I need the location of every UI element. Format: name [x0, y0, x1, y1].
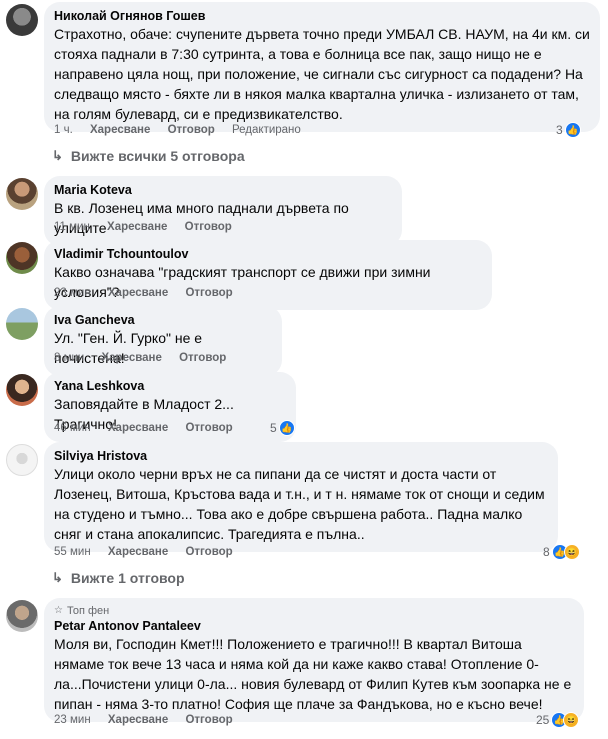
- comment-author[interactable]: Silviya Hristova: [54, 448, 548, 464]
- comment-meta: 23 мин Харесване Отговор: [54, 714, 247, 726]
- comment-meta: 55 мин Харесване Отговор: [54, 546, 247, 558]
- reaction-count: 25: [536, 713, 550, 727]
- comment-bubble: Silviya Hristova Улици около черни връх …: [44, 442, 558, 552]
- like-button[interactable]: Харесване: [90, 124, 150, 136]
- comment-meta: 11 мин Харесване Отговор: [54, 221, 246, 233]
- comment-text: Страхотно, обаче: счупените дървета точн…: [54, 26, 590, 122]
- comment-time[interactable]: 1 ч.: [54, 124, 73, 136]
- like-button[interactable]: Харесване: [107, 221, 167, 233]
- reactions-summary[interactable]: 5 👍: [270, 420, 295, 436]
- comment-author[interactable]: Petar Antonov Pantaleev: [54, 618, 574, 634]
- comment-bubble: Николай Огнянов Гошев Страхотно, обаче: …: [44, 2, 600, 132]
- comment-author[interactable]: Vladimir Tchountoulov: [54, 246, 482, 262]
- like-button[interactable]: Харесване: [101, 352, 161, 364]
- view-all-replies-link[interactable]: ↳ Вижте всички 5 отговора: [52, 148, 245, 164]
- top-fan-badge: ☆ Топ фен: [54, 604, 574, 618]
- avatar[interactable]: [6, 600, 38, 632]
- comment-time[interactable]: 23 мин: [54, 714, 91, 726]
- avatar[interactable]: [6, 4, 38, 36]
- reactions-summary[interactable]: 25 👍 😆: [536, 712, 580, 728]
- comment-time[interactable]: 11 мин: [54, 221, 90, 233]
- haha-icon: 😆: [563, 544, 580, 560]
- like-icon: 👍: [564, 122, 581, 138]
- reply-arrow-icon: ↳: [52, 148, 63, 163]
- view-replies-label: Вижте всички 5 отговора: [70, 148, 245, 164]
- comment-meta: 46 мин Харесване Отговор: [54, 422, 247, 434]
- comment-author[interactable]: Iva Gancheva: [54, 312, 272, 328]
- comment-time[interactable]: 46 мин: [54, 422, 91, 434]
- reply-button[interactable]: Отговор: [185, 546, 232, 558]
- comment-time[interactable]: 23 мин: [54, 287, 91, 299]
- reply-button[interactable]: Отговор: [179, 352, 226, 364]
- comment-text: Улици около черни връх не са пипани да с…: [54, 466, 545, 542]
- reaction-count: 5: [270, 421, 277, 435]
- like-button[interactable]: Харесване: [108, 714, 168, 726]
- reaction-count: 8: [543, 545, 550, 559]
- comment-meta: 8 мин Харесване Отговор: [54, 352, 240, 364]
- comment-meta: 23 мин Харесване Отговор: [54, 287, 247, 299]
- view-replies-label: Вижте 1 отговор: [70, 570, 185, 586]
- like-button[interactable]: Харесване: [108, 287, 168, 299]
- reactions-summary[interactable]: 3 👍: [556, 122, 581, 138]
- top-fan-icon: ☆: [54, 605, 63, 616]
- avatar[interactable]: [6, 374, 38, 406]
- comment-meta: 1 ч. Харесване Отговор Редактирано: [54, 124, 315, 136]
- haha-icon: 😆: [563, 712, 580, 728]
- comment-time[interactable]: 55 мин: [54, 546, 91, 558]
- avatar[interactable]: [6, 242, 38, 274]
- like-button[interactable]: Харесване: [108, 422, 168, 434]
- reply-button[interactable]: Отговор: [185, 287, 232, 299]
- like-icon: 👍: [278, 420, 295, 436]
- comment-author[interactable]: Maria Koteva: [54, 182, 392, 198]
- top-fan-label: Топ фен: [66, 605, 110, 617]
- avatar[interactable]: [6, 308, 38, 340]
- avatar[interactable]: [6, 444, 38, 476]
- comment-bubble: Vladimir Tchountoulov Какво означава "гр…: [44, 240, 492, 310]
- comment-author[interactable]: Yana Leshkova: [54, 378, 286, 394]
- comment-bubble: ☆ Топ фен Petar Antonov Pantaleev Моля в…: [44, 598, 584, 722]
- comment-text: Моля ви, Господин Кмет!!! Положението е …: [54, 636, 572, 712]
- reply-button[interactable]: Отговор: [185, 714, 232, 726]
- comment-bubble: Iva Gancheva Ул. "Ген. Й. Гурко" не е по…: [44, 306, 282, 376]
- like-button[interactable]: Харесване: [108, 546, 168, 558]
- reply-button[interactable]: Отговор: [185, 422, 232, 434]
- comment-bubble: Maria Koteva В кв. Лозенец има много пад…: [44, 176, 402, 246]
- view-one-reply-link[interactable]: ↳ Вижте 1 отговор: [52, 570, 185, 586]
- edited-label: Редактирано: [232, 124, 301, 136]
- reply-arrow-icon: ↳: [52, 570, 63, 585]
- reply-button[interactable]: Отговор: [185, 221, 232, 233]
- comment-time[interactable]: 8 мин: [54, 352, 84, 364]
- reaction-count: 3: [556, 123, 563, 137]
- reply-button[interactable]: Отговор: [168, 124, 215, 136]
- reactions-summary[interactable]: 8 👍 😆: [543, 544, 580, 560]
- avatar[interactable]: [6, 178, 38, 210]
- comment-author[interactable]: Николай Огнянов Гошев: [54, 8, 590, 24]
